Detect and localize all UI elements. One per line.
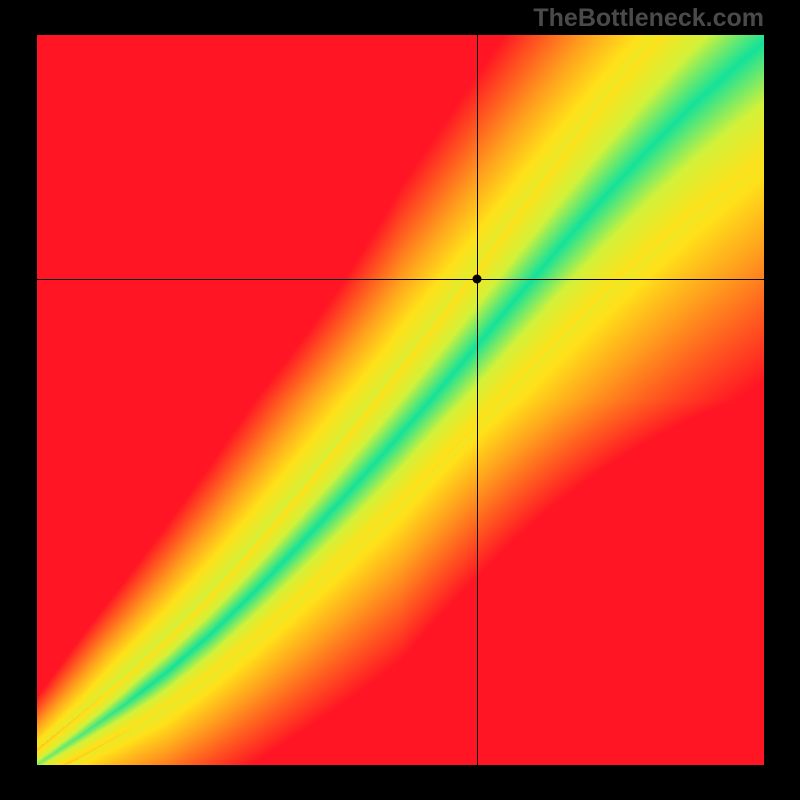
selection-marker [472,274,481,283]
chart-stage: TheBottleneck.com [0,0,800,800]
plot-area [37,35,764,765]
crosshair-horizontal [37,279,764,280]
crosshair-vertical [477,35,478,765]
heatmap-canvas [37,35,764,765]
watermark-text: TheBottleneck.com [533,4,764,33]
